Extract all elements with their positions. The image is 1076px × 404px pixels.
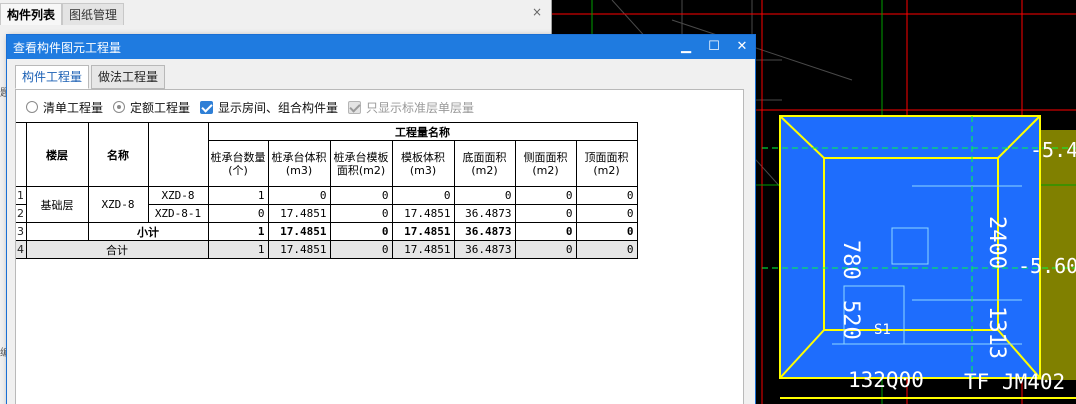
row-number: 1 <box>16 186 27 205</box>
header-floor: 楼层 <box>25 122 89 187</box>
cell-value: 36.4873 <box>453 240 516 259</box>
cell-value: 1 <box>207 186 269 205</box>
dim-label-right: 2400 <box>984 216 1009 269</box>
cell-value: 17.4851 <box>267 204 331 223</box>
cell-value: 0 <box>514 240 577 259</box>
radio-bill-quantity[interactable] <box>26 101 38 113</box>
header-col-pile-cap-count: 桩承台数量(个) <box>207 140 269 187</box>
header-row-1: 楼层 名称 工程量名称 <box>16 122 638 187</box>
option-standard-floor-only: 只显示标准层单层量 <box>348 99 474 116</box>
option-label: 只显示标准层单层量 <box>366 100 475 115</box>
header-col-top-area: 顶面面积(m2) <box>575 140 638 187</box>
dim-label-left: 780 <box>838 240 863 280</box>
tag-s1: S1 <box>874 322 891 338</box>
row-number: 2 <box>16 204 27 223</box>
cell-value: 0 <box>575 204 638 223</box>
cell-value: 17.4851 <box>391 240 455 259</box>
maximize-icon[interactable]: ☐ <box>703 37 725 57</box>
row-number: 3 <box>16 222 27 241</box>
cell-value: 0 <box>207 204 269 223</box>
cell-value: 1 <box>207 240 269 259</box>
dialog-title: 查看构件图元工程量 <box>13 41 122 55</box>
cell-total-label: 合计 <box>25 240 209 259</box>
bottom-left-label: 132Q00 <box>848 368 924 392</box>
tab-component-list[interactable]: 构件列表 <box>0 3 63 25</box>
panel-tabs: 构件列表 图纸管理 <box>0 3 125 25</box>
cell-value: 17.4851 <box>267 222 331 241</box>
cell-value: 0 <box>575 186 638 205</box>
cell-code: XZD-8 <box>147 186 209 205</box>
cell-value: 0 <box>514 222 577 241</box>
option-label: 清单工程量 <box>43 100 104 115</box>
cell-value: 17.4851 <box>391 222 455 241</box>
header-code <box>147 122 209 187</box>
cell-value: 0 <box>575 240 638 259</box>
cell-value: 0 <box>453 186 516 205</box>
quantity-table: 楼层 名称 工程量名称 桩承台数量(个) 桩承台体积(m3) 桩承台模板面积(m… <box>16 122 638 259</box>
elev-label-top: -5.45 <box>1030 138 1076 162</box>
elev-label-mid: -5.60 <box>1018 254 1076 278</box>
bottom-right-label: TF JM402 <box>964 370 1066 394</box>
cell-value: 0 <box>391 186 455 205</box>
cell-floor: 基础层 <box>25 186 89 223</box>
cell-value: 36.4873 <box>453 204 516 223</box>
dim-label-right-low: 1313 <box>984 306 1009 359</box>
cell-value: 0 <box>575 222 638 241</box>
option-show-room-combo[interactable]: 显示房间、组合构件量 <box>200 99 338 116</box>
checkbox-show-room-combo[interactable] <box>200 100 214 114</box>
option-label: 定额工程量 <box>130 100 191 115</box>
tab-drawing-management[interactable]: 图纸管理 <box>62 3 125 25</box>
cell-value: 0 <box>267 186 331 205</box>
dialog-tabs: 构件工程量 做法工程量 <box>15 65 167 89</box>
header-col-formwork-volume: 模板体积(m3) <box>391 140 455 187</box>
cell-value: 0 <box>329 186 393 205</box>
table-row[interactable]: 1 基础层 XZD-8 XZD-8 1 0 0 0 0 0 0 <box>16 186 638 223</box>
header-quantity-group: 工程量名称 <box>207 122 638 141</box>
cell-value: 1 <box>207 222 269 241</box>
cell-value: 0 <box>329 204 393 223</box>
tab-component-quantity[interactable]: 构件工程量 <box>15 65 90 89</box>
header-name: 名称 <box>87 122 149 187</box>
cell-code: XZD-8-1 <box>147 204 209 223</box>
cell-value: 36.4873 <box>453 222 516 241</box>
header-col-pile-cap-volume: 桩承台体积(m3) <box>267 140 331 187</box>
cell-value: 0 <box>514 204 577 223</box>
dialog-titlebar[interactable]: 查看构件图元工程量 ▁ ☐ ✕ <box>7 35 755 59</box>
dialog-body: 清单工程量 定额工程量 显示房间、组合构件量 只显示标准层单层量 楼层 名称 工… <box>15 89 744 404</box>
checkbox-standard-floor-only <box>348 100 362 114</box>
cell-subtotal-label: 小计 <box>87 222 209 241</box>
cell-value: 0 <box>514 186 577 205</box>
header-col-bottom-area: 底面面积(m2) <box>453 140 516 187</box>
dim-label-left-low: 520 <box>838 300 863 340</box>
cell-floor-cont <box>25 222 89 241</box>
tab-method-quantity[interactable]: 做法工程量 <box>91 65 166 89</box>
minimize-icon[interactable]: ▁ <box>675 37 697 57</box>
radio-quota-quantity[interactable] <box>113 101 126 113</box>
option-quota-quantity[interactable]: 定额工程量 <box>113 99 190 116</box>
subtotal-row[interactable]: 3 小计 1 17.4851 0 17.4851 36.4873 0 0 <box>16 222 638 241</box>
cell-value: 17.4851 <box>267 240 331 259</box>
cell-name: XZD-8 <box>87 186 149 223</box>
quantity-grid[interactable]: 楼层 名称 工程量名称 桩承台数量(个) 桩承台体积(m3) 桩承台模板面积(m… <box>16 122 638 259</box>
cell-value: 0 <box>329 240 393 259</box>
quantity-dialog: 查看构件图元工程量 ▁ ☐ ✕ 构件工程量 做法工程量 清单工程量 定额工程量 … <box>6 34 756 404</box>
total-row[interactable]: 4 合计 1 17.4851 0 17.4851 36.4873 0 0 <box>16 240 638 259</box>
panel-close-icon[interactable]: × <box>529 4 545 20</box>
header-col-pile-cap-formwork: 桩承台模板面积(m2) <box>329 140 393 187</box>
option-label: 显示房间、组合构件量 <box>218 100 339 115</box>
row-number: 4 <box>16 240 27 259</box>
header-rowno <box>16 122 27 187</box>
quantity-options: 清单工程量 定额工程量 显示房间、组合构件量 只显示标准层单层量 <box>26 98 484 116</box>
cell-value: 17.4851 <box>391 204 455 223</box>
option-bill-quantity[interactable]: 清单工程量 <box>26 99 103 116</box>
cell-value: 0 <box>329 222 393 241</box>
header-col-side-area: 侧面面积(m2) <box>514 140 577 187</box>
close-icon[interactable]: ✕ <box>731 37 753 57</box>
